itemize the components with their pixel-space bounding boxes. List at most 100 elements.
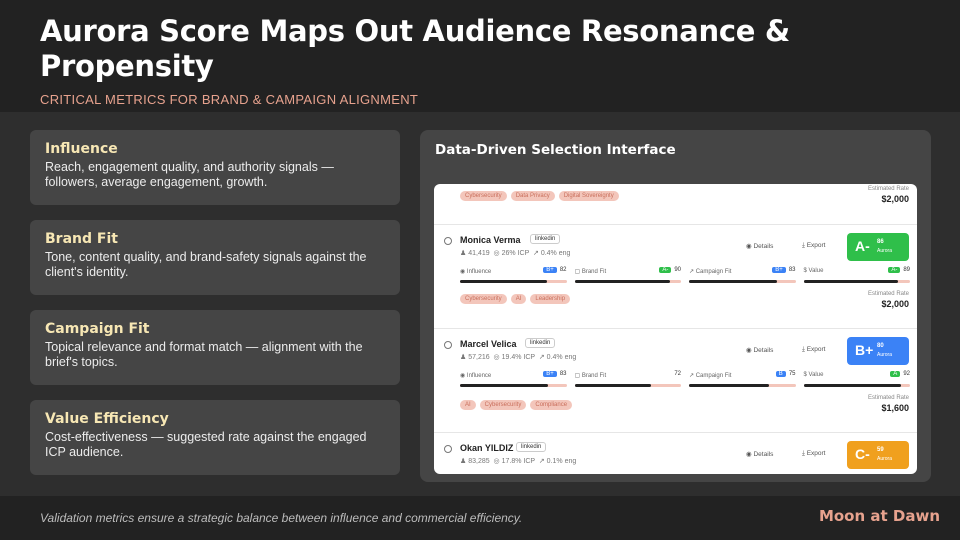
card-influence: Influence Reach, engagement quality, and…: [30, 130, 400, 205]
icp-icon: ◎: [493, 354, 500, 361]
topic-tag[interactable]: AI: [510, 294, 527, 304]
metric-bar: [803, 384, 910, 387]
topic-tag[interactable]: Data Privacy: [510, 191, 555, 201]
topic-tag[interactable]: AI: [460, 400, 476, 410]
aurora-grade-badge: C- 59 Aurora: [847, 441, 909, 469]
metric-campaign-fit: ↗ Campaign Fit B 75: [689, 371, 796, 388]
followers-count: 83,285: [468, 458, 490, 465]
grade-score: 59: [877, 447, 884, 453]
details-button[interactable]: ◉ Details: [746, 242, 773, 250]
export-label: Export: [806, 450, 826, 457]
metric-bar-fill: [689, 384, 769, 387]
tag-list: AI Cybersecurity Compliance: [460, 400, 573, 410]
metric-value: A- 89: [888, 267, 910, 273]
metric-bar-fill: [803, 280, 899, 283]
metric-bar: [460, 384, 567, 387]
engagement-icon: ↗: [538, 354, 545, 361]
export-button[interactable]: ⤓ Export: [802, 450, 825, 458]
followers-count: 57,216: [468, 354, 490, 361]
estimated-rate: Estimated Rate $1,600: [868, 395, 909, 413]
metric-value: 72: [674, 371, 681, 377]
topic-tag[interactable]: Leadership: [530, 294, 571, 304]
details-button[interactable]: ◉ Details: [746, 450, 773, 458]
select-radio[interactable]: [444, 341, 452, 349]
rate-value: $2,000: [881, 299, 909, 309]
metric-label: ◉ Influence: [460, 269, 492, 275]
engagement-icon: ↗: [538, 458, 545, 465]
select-radio[interactable]: [444, 237, 452, 245]
card-title: Brand Fit: [45, 231, 118, 247]
card-value-efficiency: Value Efficiency Cost-effectiveness — su…: [30, 400, 400, 475]
metric-brand-fit: ▢ Brand Fit 72: [574, 371, 681, 388]
metric-bar-fill: [803, 384, 902, 387]
influencer-stats: ♟ 41,419 ◎ 26% ICP ↗ 0.4% eng: [460, 249, 570, 257]
aurora-grade-badge: A- 86 Aurora: [847, 233, 909, 261]
export-button[interactable]: ⤓ Export: [802, 346, 825, 354]
icp-value: 17.8% ICP: [501, 458, 535, 465]
select-radio[interactable]: [444, 445, 452, 453]
details-label: Details: [753, 451, 774, 458]
metric-label: ◉ Influence: [460, 373, 492, 379]
metric-value: A 92: [890, 371, 910, 377]
influencer-row[interactable]: Okan YILDIZ linkedin ♟ 83,285 ◎ 17.8% IC…: [434, 432, 917, 474]
download-icon: ⤓: [802, 242, 805, 249]
topic-tag[interactable]: Digital Sovereignty: [558, 191, 619, 201]
influencer-row[interactable]: Marcel Velica linkedin ♟ 57,216 ◎ 19.4% …: [434, 328, 917, 426]
metric-chip: A: [890, 371, 901, 377]
metric-bar-fill: [574, 384, 652, 387]
selection-panel: Data-Driven Selection Interface Cybersec…: [420, 130, 931, 482]
followers-icon: ♟: [460, 354, 467, 361]
influencer-name: Monica Verma: [460, 235, 521, 245]
estimated-rate: Estimated Rate $2,000: [868, 291, 909, 309]
export-label: Export: [806, 242, 826, 249]
icp-value: 26% ICP: [501, 250, 530, 257]
followers-icon: ♟: [460, 458, 467, 465]
page-title: Aurora Score Maps Out Audience Resonance…: [40, 14, 790, 83]
details-button[interactable]: ◉ Details: [746, 346, 773, 354]
header: Aurora Score Maps Out Audience Resonance…: [0, 0, 960, 112]
rate-label: Estimated Rate: [867, 291, 909, 297]
footer-note: Validation metrics ensure a strategic ba…: [40, 511, 523, 525]
metric-label: ↗ Campaign Fit: [689, 373, 732, 379]
card-campaign-fit: Campaign Fit Topical relevance and forma…: [30, 310, 400, 385]
panel-title: Data-Driven Selection Interface: [435, 142, 676, 158]
metric-bars: ◉ Influence B+ 82 ▢ Brand Fit A- 90 ↗ Camp…: [460, 267, 910, 284]
influencer-row[interactable]: Monica Verma linkedin ♟ 41,419 ◎ 26% ICP…: [434, 224, 917, 322]
metric-chip: A-: [888, 267, 901, 273]
metric-chip: B+: [772, 267, 786, 273]
grade-letter: B+: [855, 342, 874, 358]
estimated-rate: Estimated Rate $2,000: [868, 186, 909, 204]
platform-badge: linkedin: [516, 442, 547, 452]
grade-score: 80: [877, 343, 884, 349]
engagement-value: 0.4% eng: [540, 250, 571, 257]
influencer-name: Marcel Velica: [460, 339, 517, 349]
metric-chip: B: [775, 371, 786, 377]
details-label: Details: [753, 347, 774, 354]
export-label: Export: [806, 346, 826, 353]
metric-influence: ◉ Influence B+ 83: [460, 371, 567, 388]
export-button[interactable]: ⤓ Export: [802, 242, 825, 250]
metric-bar-fill: [689, 280, 778, 283]
icp-icon: ◎: [493, 458, 500, 465]
topic-tag[interactable]: Cybersecurity: [460, 294, 507, 304]
card-text: Tone, content quality, and brand-safety …: [45, 250, 367, 279]
metric-label: ▢ Brand Fit: [574, 373, 607, 379]
page-subtitle: CRITICAL METRICS FOR BRAND & CAMPAIGN AL…: [40, 92, 419, 107]
rate-label: Estimated Rate: [867, 395, 909, 401]
topic-tag[interactable]: Compliance: [530, 400, 573, 410]
topic-tag[interactable]: Cybersecurity: [479, 400, 527, 410]
metric-chip: A-: [659, 267, 672, 273]
details-label: Details: [753, 243, 774, 250]
metric-value-efficiency: $ Value A- 89: [803, 267, 910, 284]
metric-campaign-fit: ↗ Campaign Fit B+ 83: [689, 267, 796, 284]
influencer-name: Okan YILDIZ: [460, 443, 514, 453]
metric-brand-fit: ▢ Brand Fit A- 90: [574, 267, 681, 284]
metric-influence: ◉ Influence B+ 82: [460, 267, 567, 284]
metric-label: $ Value: [803, 372, 824, 378]
metric-bar: [574, 280, 681, 283]
metric-bar: [689, 384, 796, 387]
topic-tag[interactable]: Cybersecurity: [460, 191, 507, 201]
grade-label: Aurora: [877, 248, 893, 254]
eye-icon: ◉: [746, 451, 752, 458]
engagement-value: 0.4% eng: [546, 354, 577, 361]
